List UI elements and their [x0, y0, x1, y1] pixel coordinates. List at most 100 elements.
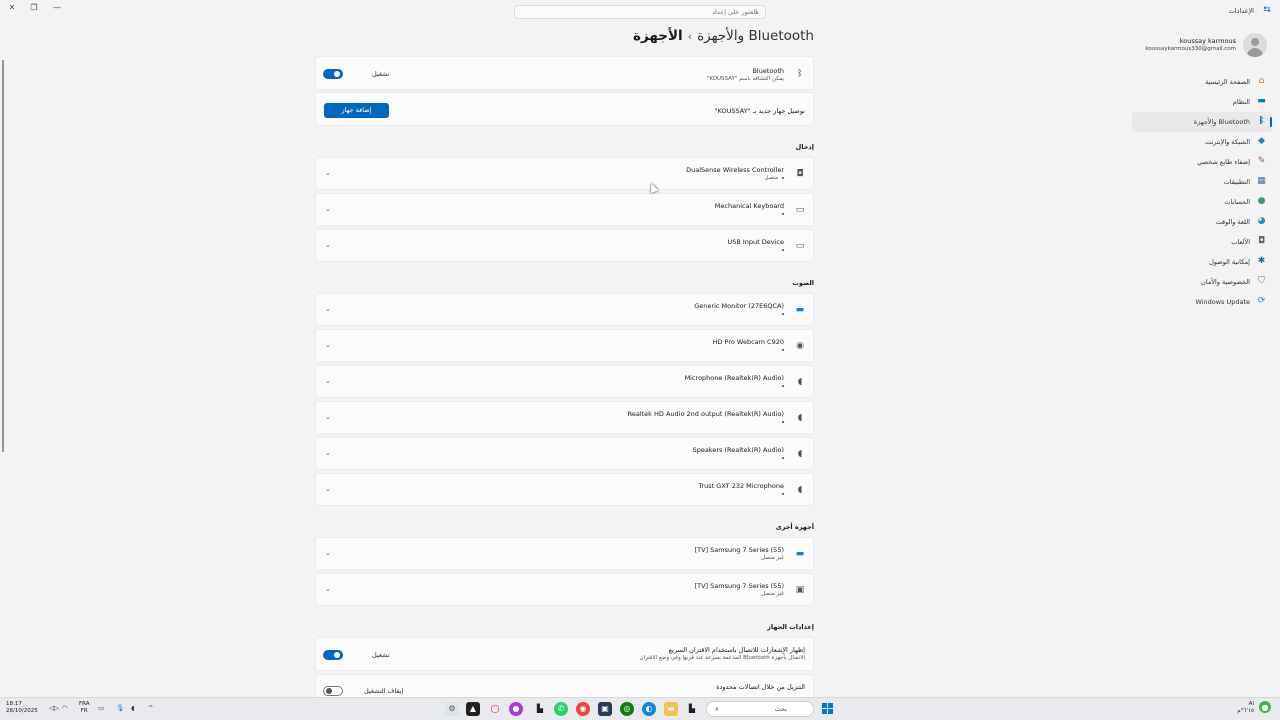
metered-title: التنزيل من خلال اتصالات محدودة: [716, 683, 805, 691]
brush-icon: ✎: [1257, 156, 1266, 166]
speaker-icon: ◖: [797, 485, 803, 495]
sidebar-item-apps[interactable]: ▦ التطبيقات: [1132, 172, 1272, 192]
swift-pair-toggle[interactable]: [323, 650, 343, 660]
xbox-taskbar-icon[interactable]: ◎: [620, 702, 634, 716]
avatar[interactable]: [1243, 33, 1267, 57]
tray-arrows-icon[interactable]: ◁▷: [49, 704, 59, 712]
breadcrumb-parent[interactable]: Bluetooth والأجهزة: [697, 28, 814, 44]
add-device-card: توصيل جهاز جديد بـ "KOUSSAY" إضافة جهاز: [315, 92, 814, 126]
chevron-up-icon[interactable]: ^: [148, 704, 153, 712]
weather-widget[interactable]: AI ٦٬١٥°م: [1237, 701, 1254, 715]
taskbar-search-placeholder: بحث: [774, 705, 787, 713]
taskbar-search[interactable]: بحث ⌕: [706, 701, 814, 717]
sidebar-item-personalization[interactable]: ✎ إضفاء طابع شخصي: [1132, 152, 1272, 172]
clock-date: 28/10/2025: [6, 708, 38, 714]
close-window-button[interactable]: ✕: [4, 2, 20, 14]
accessibility-icon: ✱: [1257, 256, 1266, 266]
taskview-taskbar-icon[interactable]: ▙: [685, 702, 699, 716]
file-explorer-taskbar-icon[interactable]: ▬: [664, 702, 678, 716]
clock[interactable]: 18:17 28/10/2025: [6, 701, 38, 715]
sidebar-item-system[interactable]: ▬ النظام: [1132, 92, 1272, 112]
device-row[interactable]: ▣ [TV] Samsung 7 Series (55) غير متصل ⌄: [315, 573, 814, 606]
wifi-icon[interactable]: ◠: [62, 704, 68, 712]
device-row[interactable]: ◘ DualSense Wireless Controller متصل ⌄: [315, 157, 814, 190]
device-row[interactable]: ◖ Trust GXT 232 Microphone ⌄: [315, 473, 814, 506]
opera-taskbar-icon[interactable]: ◯: [488, 702, 502, 716]
chevron-down-icon[interactable]: ⌄: [325, 169, 331, 177]
device-status: غير متصل: [761, 555, 784, 561]
status-dot: [782, 349, 784, 351]
app-taskbar-icon[interactable]: ▲: [466, 702, 480, 716]
add-device-button[interactable]: إضافة جهاز: [324, 103, 389, 118]
weather-temp: ٦٬١٥°م: [1237, 708, 1254, 714]
monitor-icon: ▬: [795, 305, 805, 315]
gamepad-icon: ◘: [796, 169, 804, 179]
restore-window-button[interactable]: ❐: [26, 2, 42, 14]
device-row[interactable]: ▬ Generic Monitor (27E6QCA) ⌄: [315, 293, 814, 326]
sidebar-item-windows-update[interactable]: ⟳ Windows Update: [1132, 292, 1272, 312]
keyboard-icon: ▭: [795, 205, 805, 215]
gamepad-icon: ◘: [1257, 236, 1266, 246]
sidebar-item-accessibility[interactable]: ✱ إمكانية الوصول: [1132, 252, 1272, 272]
chrome-taskbar-icon[interactable]: ◉: [576, 702, 590, 716]
sidebar-item-gaming[interactable]: ◘ الألعاب: [1132, 232, 1272, 252]
chevron-down-icon[interactable]: ⌄: [325, 341, 331, 349]
chevron-down-icon[interactable]: ⌄: [325, 485, 331, 493]
device-row[interactable]: ▭ USB Input Device ⌄: [315, 229, 814, 262]
status-dot: [782, 457, 784, 459]
metered-toggle[interactable]: [323, 686, 343, 696]
start-button[interactable]: [822, 703, 833, 714]
language-indicator[interactable]: FRA FR: [79, 701, 90, 715]
speaker-icon: ◖: [797, 413, 803, 423]
settings-search-input[interactable]: العثور على إعداد ⌕: [514, 5, 766, 19]
chevron-down-icon[interactable]: ⌄: [325, 413, 331, 421]
chevron-down-icon[interactable]: ⌄: [325, 585, 331, 593]
sidebar-nav: ⌂ الصفحة الرئيسية ▬ النظام ᛒ Bluetooth والأ…: [1132, 72, 1272, 312]
edge-taskbar-icon[interactable]: ◐: [642, 702, 656, 716]
keyboard-icon: ▭: [795, 241, 805, 251]
sidebar-item-bluetooth[interactable]: ᛒ Bluetooth والأجهزة: [1132, 112, 1272, 132]
device-name: [TV] Samsung 7 Series (55): [694, 546, 784, 554]
sidebar-item-label: التطبيقات: [1223, 178, 1250, 186]
device-row[interactable]: ◖ Speakers (Realtek(R) Audio) ⌄: [315, 437, 814, 470]
chevron-down-icon[interactable]: ⌄: [325, 305, 331, 313]
device-status: غير متصل: [761, 591, 784, 597]
device-row[interactable]: ◖ Microphone (Realtek(R) Audio) ⌄: [315, 365, 814, 398]
chevron-down-icon[interactable]: ⌄: [325, 377, 331, 385]
chevron-down-icon[interactable]: ⌄: [325, 205, 331, 213]
sidebar-item-accounts[interactable]: ● الحسابات: [1132, 192, 1272, 212]
shield-icon: ⛉: [1258, 276, 1265, 286]
weather-icon[interactable]: ●: [1259, 701, 1271, 713]
speaker-icon[interactable]: ◖: [131, 704, 134, 712]
chevron-down-icon[interactable]: ⌄: [325, 449, 331, 457]
sidebar-item-home[interactable]: ⌂ الصفحة الرئيسية: [1132, 72, 1272, 92]
microphone-icon[interactable]: 🎙: [116, 704, 124, 712]
sidebar-item-time-language[interactable]: ◕ اللغة والوقت: [1132, 212, 1272, 232]
status-dot: [782, 213, 784, 215]
messenger-taskbar-icon[interactable]: ●: [509, 702, 523, 716]
whatsapp-taskbar-icon[interactable]: ✆: [554, 702, 568, 716]
sidebar-item-privacy[interactable]: ⛉ الخصوصية والأمان: [1132, 272, 1272, 292]
speaker-icon: ◖: [797, 449, 803, 459]
keyboard-icon[interactable]: ▭: [98, 704, 104, 712]
section-heading-audio: الصوت: [792, 279, 814, 287]
sidebar-item-label: Windows Update: [1195, 298, 1250, 306]
sidebar-item-network[interactable]: ◆ الشبكة والإنترنت: [1132, 132, 1272, 152]
terminal-taskbar-icon[interactable]: ▙: [533, 702, 547, 716]
device-row[interactable]: ▭ Mechanical Keyboard ⌄: [315, 193, 814, 226]
scrollbar[interactable]: [2, 60, 4, 452]
device-row[interactable]: ▬ [TV] Samsung 7 Series (55) غير متصل ⌄: [315, 537, 814, 570]
device-name: USB Input Device: [727, 238, 784, 246]
add-device-text: توصيل جهاز جديد بـ "KOUSSAY": [714, 107, 805, 115]
chevron-down-icon[interactable]: ⌄: [325, 241, 331, 249]
status-dot: [782, 421, 784, 423]
swift-pair-title: إظهار الإشعارات للاتصال باستخدام الاقترا…: [668, 646, 805, 654]
app2-taskbar-icon[interactable]: ▣: [598, 702, 612, 716]
bluetooth-toggle[interactable]: [323, 69, 343, 79]
device-row[interactable]: ◖ Realtek HD Audio 2nd output (Realtek(R…: [315, 401, 814, 434]
sidebar-item-label: اللغة والوقت: [1215, 218, 1250, 226]
settings-taskbar-icon[interactable]: ⚙: [445, 702, 459, 716]
device-row[interactable]: ◉ HD Pro Webcam C920 ⌄: [315, 329, 814, 362]
minimize-window-button[interactable]: —: [49, 2, 65, 14]
chevron-down-icon[interactable]: ⌄: [325, 549, 331, 557]
